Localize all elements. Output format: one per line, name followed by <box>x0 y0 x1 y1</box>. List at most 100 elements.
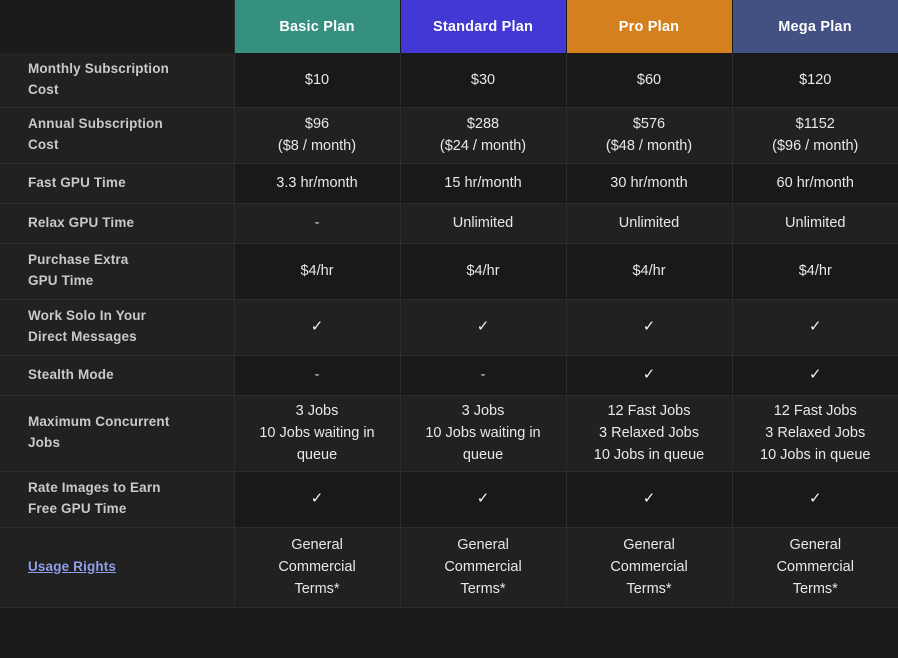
plan-value-cell: ✓ <box>234 471 401 528</box>
plan-value-cell: General Commercial Terms* <box>234 527 401 608</box>
header-corner-cell <box>0 0 235 53</box>
plan-value-cell: $120 <box>732 53 898 108</box>
header-row: Basic Plan Standard Plan Pro Plan Mega P… <box>0 0 898 53</box>
column-header-pro-plan[interactable]: Pro Plan <box>566 0 733 53</box>
value-text: $1152 <box>795 115 835 132</box>
plan-value-cell: General Commercial Terms* <box>566 527 733 608</box>
feature-label-text: Purchase Extra GPU Time <box>28 252 129 288</box>
value-text: General <box>291 536 343 553</box>
plan-value-cell: - <box>400 355 567 396</box>
value-text: $4/hr <box>300 262 334 279</box>
column-header-standard-plan[interactable]: Standard Plan <box>400 0 567 53</box>
plan-value-cell: $4/hr <box>234 243 401 300</box>
feature-label-text: Monthly Subscription Cost <box>28 61 169 97</box>
value-text: 10 Jobs waiting in queue <box>425 424 541 464</box>
plan-value-cell: Unlimited <box>400 203 567 244</box>
plan-value-cell: Unlimited <box>732 203 898 244</box>
table-row: Fast GPU Time 3.3 hr/month 15 hr/month 30 h… <box>0 163 898 204</box>
plan-value-cell: $96 ($8 / month) <box>234 107 401 164</box>
plan-value-cell: ✓ <box>400 299 567 356</box>
feature-label-cell: Fast GPU Time <box>0 163 235 204</box>
check-icon: ✓ <box>642 489 656 507</box>
plan-value-cell: $30 <box>400 53 567 108</box>
plan-value-cell: ✓ <box>566 299 733 356</box>
value-text: Terms* <box>294 581 340 598</box>
value-text: $4/hr <box>632 262 666 279</box>
value-text: ($8 / month) <box>277 138 357 154</box>
value-text: General <box>623 536 675 553</box>
value-text: $4/hr <box>798 262 832 279</box>
check-icon: ✓ <box>310 489 324 507</box>
plan-value-cell: $4/hr <box>400 243 567 300</box>
feature-label-text: Maximum Concurrent Jobs <box>28 414 170 450</box>
value-text: ($48 / month) <box>605 138 693 154</box>
feature-label-text: Fast GPU Time <box>28 174 126 190</box>
feature-label-text: Work Solo In Your Direct Messages <box>28 308 147 344</box>
plan-value-cell: 3 Jobs 10 Jobs waiting in queue <box>234 395 401 472</box>
feature-label-cell: Rate Images to Earn Free GPU Time <box>0 471 235 528</box>
value-text: $30 <box>470 71 496 88</box>
plan-value-cell: $4/hr <box>732 243 898 300</box>
plan-value-cell: General Commercial Terms* <box>732 527 898 608</box>
check-icon: ✓ <box>476 317 490 335</box>
value-text: $120 <box>799 71 832 88</box>
table-row: Usage Rights General Commercial Terms* Gener… <box>0 527 898 608</box>
value-text: Commercial <box>776 558 854 575</box>
check-icon: ✓ <box>808 317 822 335</box>
table-row: Monthly Subscription Cost $10 $30 $60 $120 <box>0 53 898 108</box>
check-icon: ✓ <box>808 365 822 383</box>
value-text: $10 <box>304 71 330 88</box>
check-icon: ✓ <box>642 317 656 335</box>
plan-value-cell: 3 Jobs 10 Jobs waiting in queue <box>400 395 567 472</box>
plan-value-cell: 3.3 hr/month <box>234 163 401 204</box>
plan-value-cell: - <box>234 355 401 396</box>
value-text: 30 hr/month <box>610 174 688 191</box>
value-text: 3 Relaxed Jobs <box>599 424 699 441</box>
plan-comparison-table: Basic Plan Standard Plan Pro Plan Mega P… <box>0 0 898 608</box>
value-text: $60 <box>636 71 662 88</box>
value-text: 60 hr/month <box>776 174 854 191</box>
dash-icon: - <box>314 366 320 383</box>
table-row: Maximum Concurrent Jobs 3 Jobs 10 Jobs wait… <box>0 395 898 472</box>
value-text: General <box>457 536 509 553</box>
value-text: 10 Jobs waiting in queue <box>259 424 375 464</box>
value-text: 3 Jobs <box>295 402 339 419</box>
table-row: Purchase Extra GPU Time $4/hr $4/hr $4/hr $4/… <box>0 243 898 300</box>
value-text: Commercial <box>444 558 522 575</box>
feature-label-text: Relax GPU Time <box>28 214 135 230</box>
column-header-mega-plan[interactable]: Mega Plan <box>732 0 898 53</box>
value-text: ($96 / month) <box>772 138 859 154</box>
plan-value-cell: ✓ <box>234 299 401 356</box>
feature-label-cell: Purchase Extra GPU Time <box>0 243 235 300</box>
value-text: $576 <box>632 115 666 132</box>
column-header-basic-plan[interactable]: Basic Plan <box>234 0 401 53</box>
check-icon: ✓ <box>642 365 656 383</box>
value-text: 10 Jobs in queue <box>593 447 705 464</box>
value-text: $288 <box>466 115 500 132</box>
table-body: Monthly Subscription Cost $10 $30 $60 $120 Ann… <box>0 53 898 608</box>
usage-rights-link[interactable]: Usage Rights <box>28 559 116 574</box>
table-row: Work Solo In Your Direct Messages ✓ ✓ ✓ ✓ <box>0 299 898 356</box>
plan-value-cell: 12 Fast Jobs 3 Relaxed Jobs 10 Jobs in que… <box>566 395 733 472</box>
value-text: Terms* <box>792 581 838 598</box>
plan-value-cell: - <box>234 203 401 244</box>
value-text: 3 Relaxed Jobs <box>765 424 866 441</box>
plan-value-cell: 60 hr/month <box>732 163 898 204</box>
value-text: $96 <box>304 115 330 132</box>
value-text: 10 Jobs in queue <box>760 447 871 464</box>
feature-label-cell: Stealth Mode <box>0 355 235 396</box>
plan-value-cell: $60 <box>566 53 733 108</box>
value-text: Unlimited <box>618 214 680 231</box>
feature-label-cell: Work Solo In Your Direct Messages <box>0 299 235 356</box>
plan-value-cell: ✓ <box>732 471 898 528</box>
feature-label-cell: Monthly Subscription Cost <box>0 53 235 108</box>
plan-value-cell: ✓ <box>400 471 567 528</box>
value-text: 3 Jobs <box>461 402 505 419</box>
table-row: Rate Images to Earn Free GPU Time ✓ ✓ ✓ ✓ <box>0 471 898 528</box>
feature-label-text: Rate Images to Earn Free GPU Time <box>28 480 161 516</box>
feature-label-cell: Annual Subscription Cost <box>0 107 235 164</box>
plan-value-cell: Unlimited <box>566 203 733 244</box>
plan-value-cell: 12 Fast Jobs 3 Relaxed Jobs 10 Jobs in que… <box>732 395 898 472</box>
table-row: Relax GPU Time - Unlimited Unlimited Unlimit… <box>0 203 898 244</box>
value-text: Terms* <box>460 581 506 598</box>
